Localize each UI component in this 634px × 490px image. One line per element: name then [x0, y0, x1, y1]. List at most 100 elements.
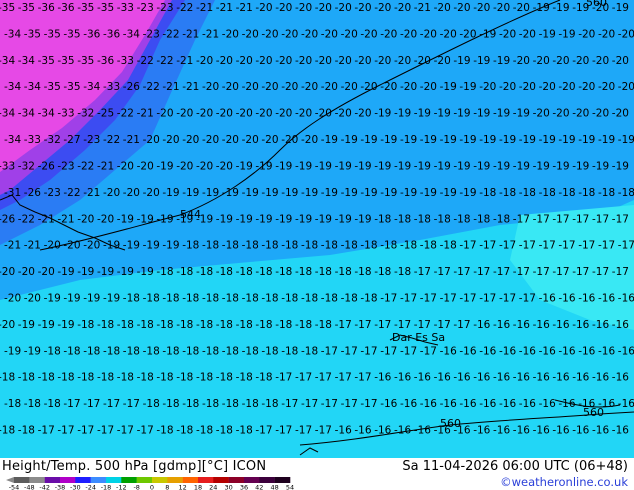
temperature-value: -18 [44, 345, 61, 357]
temperature-value: -19 [57, 266, 74, 278]
colorbar-tick-label: -48 [24, 484, 35, 490]
temperature-value: -17 [420, 293, 437, 305]
temperature-value: -20 [592, 108, 609, 120]
temperature-value: -18 [38, 372, 55, 384]
temperature-value: -19 [519, 134, 536, 146]
colorbar-tick-label: -18 [101, 484, 112, 490]
temperature-value: -16 [414, 372, 431, 384]
temperature-value: -18 [493, 213, 510, 225]
colorbar-swatch [29, 477, 45, 483]
temperature-value: -20 [275, 55, 292, 67]
temperature-value: -16 [552, 425, 569, 437]
temperature-value: -35 [0, 2, 15, 14]
temperature-value: -17 [315, 425, 332, 437]
temperature-value: -20 [117, 161, 134, 173]
temperature-value: -35 [77, 55, 94, 67]
temperature-value: -17 [499, 240, 516, 252]
temperature-value: -17 [301, 398, 318, 410]
temperature-value: -21 [176, 55, 193, 67]
temperature-value: -18 [335, 266, 352, 278]
temperature-value: -21 [236, 2, 253, 14]
credit-link[interactable]: ©weatheronline.co.uk [500, 475, 628, 489]
temperature-value: -20 [162, 134, 179, 146]
temperature-value: -16 [479, 398, 496, 410]
temperature-value: -33 [103, 81, 120, 93]
temperature-value: -19 [420, 134, 437, 146]
temperature-value: -18 [420, 240, 437, 252]
temperature-value: -20 [479, 81, 496, 93]
temperature-value: -20 [38, 266, 55, 278]
temperature-value: -19 [434, 108, 451, 120]
temperature-value: -20 [519, 81, 536, 93]
temperature-value: -20 [513, 55, 530, 67]
temperature-value: -17 [83, 398, 100, 410]
temperature-value: -18 [0, 372, 15, 384]
temperature-value: -19 [374, 161, 391, 173]
temperature-value: -20 [321, 81, 338, 93]
colorbar-tick-label: 8 [165, 484, 169, 490]
temperature-value: -18 [176, 319, 193, 331]
temperature-value: -18 [63, 345, 80, 357]
temperature-value: -18 [196, 266, 213, 278]
colorbar-swatch [213, 477, 229, 483]
temperature-value: -18 [440, 240, 457, 252]
temperature-value: -20 [301, 81, 318, 93]
temperature-value: -18 [143, 293, 160, 305]
temperature-value: -20 [301, 28, 318, 40]
temperature-value: -20 [143, 134, 160, 146]
temperature-value: -16 [513, 425, 530, 437]
temperature-value: -20 [335, 2, 352, 14]
temperature-value: -16 [539, 345, 556, 357]
temperature-value: -18 [222, 293, 239, 305]
colorbar-tick-label: 12 [179, 484, 187, 490]
temperature-value: -19 [414, 161, 431, 173]
colorbar-swatch [167, 477, 183, 483]
temperature-value: -35 [57, 55, 74, 67]
temperature-value: -19 [539, 28, 556, 40]
temperature-value: -19 [38, 319, 55, 331]
temperature-value: -20 [97, 213, 114, 225]
temperature-value: -20 [374, 2, 391, 14]
temperature-value: -16 [394, 425, 411, 437]
colorbar-tick-label: 42 [255, 484, 263, 490]
temperature-value: -19 [341, 134, 358, 146]
temperature-value: -18 [341, 293, 358, 305]
temperature-value: -35 [77, 2, 94, 14]
temperature-value: -17 [618, 240, 634, 252]
colorbar-swatch [75, 477, 91, 483]
temperature-value: -20 [598, 28, 615, 40]
temperature-value: -19 [440, 134, 457, 146]
temperature-value: -19 [440, 81, 457, 93]
temperature-value: -20 [196, 161, 213, 173]
temperature-value: -16 [354, 425, 371, 437]
temperature-value: -17 [77, 425, 94, 437]
temperature-value: -19 [473, 161, 490, 173]
temperature-value: -17 [354, 372, 371, 384]
temperature-value: -20 [18, 266, 35, 278]
temperature-value: -20 [196, 108, 213, 120]
temperature-value: -19 [513, 108, 530, 120]
temperature-value: -22 [103, 134, 120, 146]
temperature-value: -19 [335, 161, 352, 173]
temperature-value: -18 [281, 240, 298, 252]
temperature-value: -34 [24, 81, 41, 93]
temperature-value: -17 [374, 319, 391, 331]
temperature-value: -19 [493, 108, 510, 120]
colorbar-swatch [182, 477, 199, 483]
temperature-value: -18 [242, 345, 259, 357]
temperature-value: -17 [552, 266, 569, 278]
temperature-value: -18 [143, 398, 160, 410]
temperature-value: -16 [374, 425, 391, 437]
temperature-value: -16 [533, 319, 550, 331]
temperature-value: -20 [315, 2, 332, 14]
colorbar-tick-label: 48 [271, 484, 279, 490]
temperature-value: -20 [216, 55, 233, 67]
temperature-value: -19 [493, 161, 510, 173]
temperature-value: -18 [176, 425, 193, 437]
temperature-value: -16 [473, 372, 490, 384]
temperature-value: -20 [420, 28, 437, 40]
temperature-value: -20 [236, 108, 253, 120]
temperature-value: -20 [459, 28, 476, 40]
colorbar-swatch [244, 477, 260, 483]
temperature-value: -16 [558, 293, 575, 305]
